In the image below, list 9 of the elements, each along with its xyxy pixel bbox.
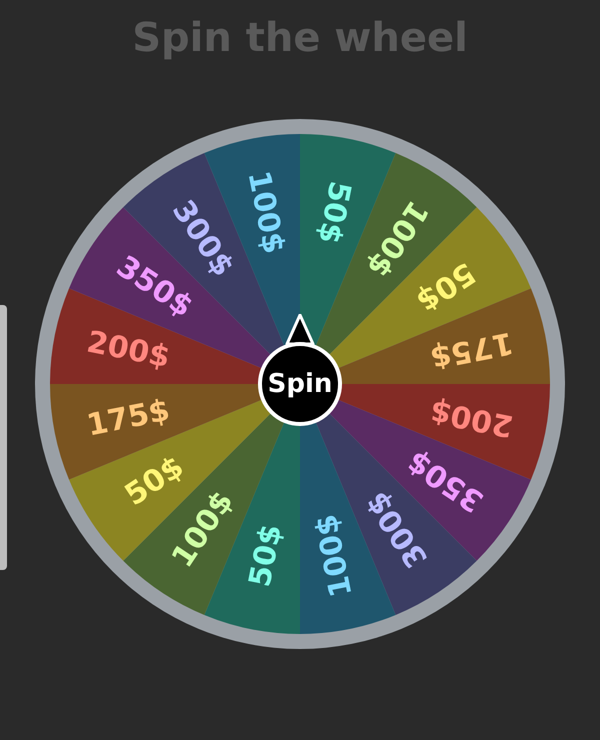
prize-label: 100$: [240, 168, 292, 257]
prize-label: 175$: [427, 324, 516, 376]
prize-label: 50$: [242, 522, 290, 590]
edge-handle[interactable]: [0, 305, 7, 570]
prize-label: 175$: [84, 392, 173, 444]
prize-label: 100$: [308, 511, 360, 600]
prize-label: 200$: [84, 324, 173, 376]
prize-label: 50$: [310, 178, 358, 246]
prize-label: 200$: [427, 392, 516, 444]
